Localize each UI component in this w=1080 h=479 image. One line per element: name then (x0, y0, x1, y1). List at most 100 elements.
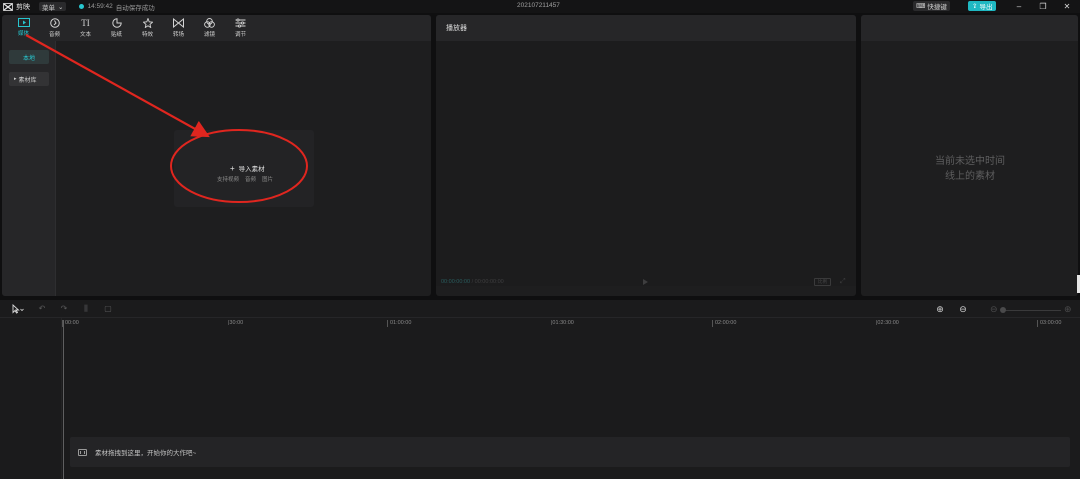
ruler-tick: |30:00 (228, 320, 244, 326)
sidebar-item-label: 素材库 (18, 77, 37, 84)
tab-label: 贴纸 (110, 32, 122, 38)
properties-header (861, 15, 1078, 41)
tab-label: 媒体 (17, 31, 29, 37)
tab-audio[interactable]: 音频 (39, 15, 70, 41)
properties-empty-message: 当前未选中时间 线上的素材 (921, 154, 1019, 184)
filter-icon (204, 18, 215, 28)
shortcut-label: 快捷键 (927, 4, 947, 11)
tab-media[interactable]: 媒体 (8, 15, 39, 41)
close-icon[interactable]: ✕ (1061, 1, 1073, 11)
track-header-column (0, 318, 62, 479)
menu-button[interactable]: 菜单 ⌄ (39, 2, 67, 12)
delete-icon[interactable]: ▢ (97, 302, 119, 316)
timeline-ruler[interactable]: 00:00 |30:00 01:00:00 |01:30:00 02:00:00… (62, 318, 1080, 328)
current-time: 00:00:00:00 (441, 279, 471, 285)
zoom-slider-handle[interactable] (1000, 307, 1006, 313)
total-time: 00:00:00:00 (474, 279, 504, 285)
tab-label: 调节 (234, 32, 246, 38)
media-panel: 媒体 音频 TI 文本 贴纸 特效 转场 滤镜 调节 本地 ▸ 素材库 + 导入… (2, 15, 431, 296)
import-button[interactable]: + 导入素材 (230, 163, 265, 174)
ruler-tick: 01:00:00 (387, 320, 411, 327)
export-label: 导出 (979, 4, 993, 11)
sidebar-item-local[interactable]: 本地 (9, 50, 49, 64)
save-status: 14:59:42 自动保存成功 (79, 2, 155, 12)
app-logo: 剪映 (3, 2, 30, 12)
tab-filter[interactable]: 滤镜 (194, 15, 225, 41)
fullscreen-icon[interactable]: ⤢ (840, 278, 848, 286)
sidebar-item-library[interactable]: ▸ 素材库 (9, 72, 49, 86)
player-screen[interactable] (436, 41, 856, 286)
main-track-drop-zone[interactable]: 素材拖拽到这里，开始你的大作吧~ (70, 437, 1070, 467)
save-time: 14:59:42 (87, 3, 113, 10)
tab-effects[interactable]: 特效 (132, 15, 163, 41)
text-icon: TI (81, 18, 90, 28)
tab-label: 文本 (79, 32, 91, 38)
media-icon (17, 18, 30, 27)
zoom-out-icon[interactable]: ⊖ (990, 304, 998, 315)
import-supported-types: 支持视频 音频 图片 (217, 175, 273, 183)
title-bar: 剪映 菜单 ⌄ 14:59:42 自动保存成功 202107211457 ⌨ 快… (0, 0, 1080, 13)
transition-icon (173, 18, 184, 28)
supported-type: 支持视频 (217, 177, 240, 183)
player-panel: 播放器 00:00:00:00 / 00:00:00:00 比例 ⤢ (436, 15, 856, 296)
media-sidebar: 本地 ▸ 素材库 (2, 41, 56, 296)
ruler-tick: 02:00:00 (712, 320, 736, 327)
import-media-area[interactable]: + 导入素材 支持视频 音频 图片 (174, 130, 314, 207)
redo-icon[interactable]: ↷ (53, 302, 75, 316)
logo-icon (3, 2, 13, 11)
tab-adjust[interactable]: 调节 (225, 15, 256, 41)
status-dot-icon (79, 4, 85, 9)
player-title: 播放器 (436, 15, 856, 41)
app-name: 剪映 (16, 3, 30, 11)
select-tool-icon[interactable] (5, 302, 31, 316)
empty-line: 当前未选中时间 (935, 156, 1005, 167)
zoom-in-icon[interactable]: ⊕ (1064, 304, 1072, 315)
ratio-button[interactable]: 比例 (814, 278, 831, 286)
save-text: 自动保存成功 (115, 4, 155, 12)
shortcut-button[interactable]: ⌨ 快捷键 (913, 1, 950, 11)
supported-type: 音频 (245, 177, 257, 183)
tab-label: 转场 (172, 32, 184, 38)
import-label: 导入素材 (238, 166, 265, 173)
keyboard-icon: ⌨ (916, 3, 926, 10)
tab-label: 滤镜 (203, 32, 215, 38)
timeline-toolbar: ↶ ↷ ⫼ ▢ (0, 300, 1080, 318)
tab-text[interactable]: TI 文本 (70, 15, 101, 41)
tab-transition[interactable]: 转场 (163, 15, 194, 41)
effects-icon (142, 18, 153, 28)
tab-sticker[interactable]: 贴纸 (101, 15, 132, 41)
player-timecode: 00:00:00:00 / 00:00:00:00 (441, 279, 504, 285)
empty-line: 线上的素材 (945, 171, 995, 182)
film-icon (78, 448, 87, 456)
adjust-icon (235, 18, 246, 28)
tab-label: 音频 (48, 32, 60, 38)
minimize-icon[interactable]: – (1013, 1, 1025, 11)
ruler-tick: |01:30:00 (551, 320, 574, 326)
project-title: 202107211457 (517, 2, 560, 9)
export-button[interactable]: ⇪ 导出 (968, 1, 997, 11)
play-icon[interactable] (643, 279, 648, 285)
zoom-slider[interactable] (1001, 310, 1061, 311)
split-icon[interactable]: ⫼ (75, 302, 97, 316)
properties-panel: 当前未选中时间 线上的素材 (861, 15, 1078, 296)
tab-label: 特效 (141, 32, 153, 38)
sticker-icon (111, 18, 122, 28)
plus-icon: + (230, 163, 235, 173)
timeline-panel: ↶ ↷ ⫼ ▢ ⊕ ⊖ ⊖ ⊕ 00:00 |30:00 01:00:00 |0… (0, 300, 1080, 479)
ruler-tick: 00:00 (62, 320, 79, 327)
playhead[interactable] (63, 320, 64, 479)
undo-icon[interactable]: ↶ (31, 302, 53, 316)
ruler-tick: 03:00:00 (1037, 320, 1061, 327)
chevron-down-icon: ⌄ (58, 3, 64, 11)
link-icon[interactable]: ⊖ (956, 303, 970, 315)
ruler-tick: |02:30:00 (876, 320, 899, 326)
restore-icon[interactable]: ❐ (1037, 1, 1049, 11)
audio-icon (49, 18, 60, 28)
drop-hint: 素材拖拽到这里，开始你的大作吧~ (95, 450, 197, 457)
export-icon: ⇪ (972, 3, 978, 10)
snap-icon[interactable]: ⊕ (933, 303, 947, 315)
caret-right-icon: ▸ (14, 76, 17, 82)
supported-type: 图片 (262, 177, 274, 183)
menu-label: 菜单 (42, 4, 55, 12)
media-toolbar: 媒体 音频 TI 文本 贴纸 特效 转场 滤镜 调节 (2, 15, 431, 41)
